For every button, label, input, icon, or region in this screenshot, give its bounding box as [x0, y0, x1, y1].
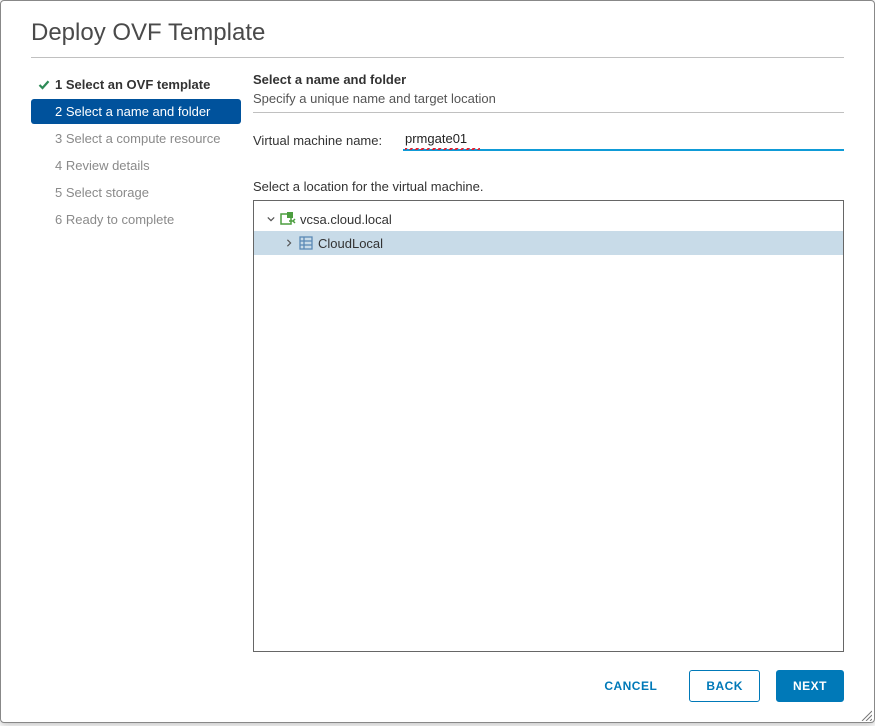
- step-select-compute[interactable]: 3 Select a compute resource: [31, 126, 241, 151]
- modal-body: 1 Select an OVF template 2 Select a name…: [1, 58, 874, 652]
- step-label: 2 Select a name and folder: [53, 104, 210, 119]
- section-divider: [253, 112, 844, 113]
- cancel-button[interactable]: CANCEL: [588, 671, 673, 701]
- step-label: 5 Select storage: [53, 185, 149, 200]
- step-label: 1 Select an OVF template: [53, 77, 210, 92]
- back-button[interactable]: BACK: [689, 670, 760, 702]
- modal-title: Deploy OVF Template: [31, 19, 844, 47]
- vm-name-row: Virtual machine name:: [253, 129, 844, 151]
- chevron-down-icon[interactable]: [264, 215, 278, 223]
- tree-node-vcenter[interactable]: vcsa.cloud.local: [254, 207, 843, 231]
- next-button[interactable]: NEXT: [776, 670, 844, 702]
- vcenter-icon: [280, 211, 296, 227]
- step-ready-complete[interactable]: 6 Ready to complete: [31, 207, 241, 232]
- modal-footer: CANCEL BACK NEXT: [1, 652, 874, 722]
- wizard-content: Select a name and folder Specify a uniqu…: [253, 72, 844, 652]
- section-subheading: Specify a unique name and target locatio…: [253, 91, 844, 106]
- modal-header: Deploy OVF Template: [1, 1, 874, 57]
- wizard-steps: 1 Select an OVF template 2 Select a name…: [31, 72, 241, 652]
- step-select-storage[interactable]: 5 Select storage: [31, 180, 241, 205]
- section-heading: Select a name and folder: [253, 72, 844, 87]
- tree-node-label: vcsa.cloud.local: [300, 212, 392, 227]
- checkmark-icon: [35, 79, 53, 91]
- datacenter-icon: [298, 235, 314, 251]
- tree-node-datacenter[interactable]: CloudLocal: [254, 231, 843, 255]
- vm-name-input[interactable]: [403, 129, 844, 151]
- chevron-right-icon[interactable]: [282, 239, 296, 247]
- step-review-details[interactable]: 4 Review details: [31, 153, 241, 178]
- location-label: Select a location for the virtual machin…: [253, 179, 844, 194]
- step-select-name-folder[interactable]: 2 Select a name and folder: [31, 99, 241, 124]
- step-label: 6 Ready to complete: [53, 212, 174, 227]
- step-label: 3 Select a compute resource: [53, 131, 220, 146]
- vm-name-label: Virtual machine name:: [253, 133, 403, 148]
- location-tree[interactable]: vcsa.cloud.local CloudLocal: [253, 200, 844, 652]
- tree-node-label: CloudLocal: [318, 236, 383, 251]
- step-label: 4 Review details: [53, 158, 150, 173]
- vm-name-input-wrap: [403, 129, 844, 151]
- step-select-ovf[interactable]: 1 Select an OVF template: [31, 72, 241, 97]
- deploy-ovf-modal: Deploy OVF Template 1 Select an OVF temp…: [0, 0, 875, 723]
